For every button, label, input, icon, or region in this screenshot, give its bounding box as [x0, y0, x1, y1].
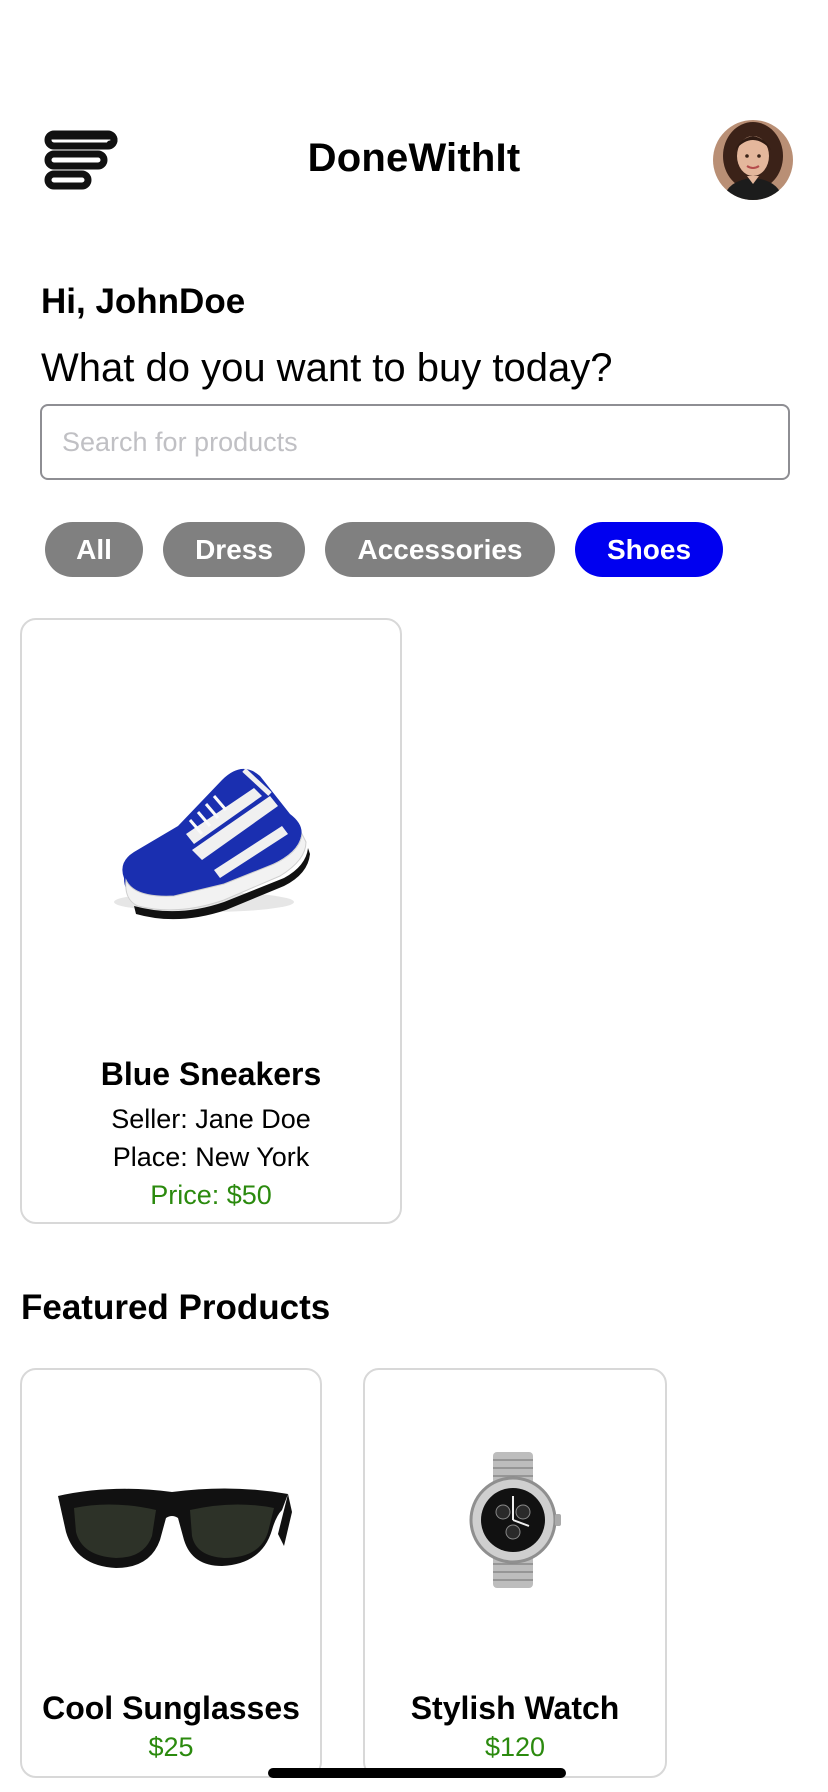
- featured-name: Cool Sunglasses: [42, 1690, 300, 1726]
- app-title: DoneWithIt: [307, 136, 521, 180]
- category-chip-label: Dress: [195, 533, 273, 565]
- watch-image: [463, 1450, 563, 1590]
- category-chip-label: Accessories: [357, 533, 523, 565]
- featured-name: Stylish Watch: [410, 1690, 620, 1726]
- category-chip-label: Shoes: [606, 533, 692, 565]
- product-place: Place: New York: [112, 1142, 310, 1172]
- home-indicator[interactable]: [268, 1768, 566, 1778]
- sneaker-image: [94, 730, 324, 930]
- product-name: Blue Sneakers: [100, 1056, 322, 1092]
- product-seller: Seller: Jane Doe: [111, 1104, 311, 1134]
- category-chip-all[interactable]: All: [45, 522, 143, 577]
- product-card[interactable]: Blue Sneakers Seller: Jane Doe Place: Ne…: [20, 618, 402, 1224]
- category-chip-shoes[interactable]: Shoes: [575, 522, 723, 577]
- sunglasses-image: [52, 1474, 292, 1584]
- featured-price: $25: [148, 1732, 194, 1762]
- featured-card-sunglasses[interactable]: Cool Sunglasses $25: [20, 1368, 322, 1778]
- featured-card-watch[interactable]: Stylish Watch $120: [363, 1368, 667, 1778]
- prompt-question: What do you want to buy today?: [41, 346, 613, 390]
- category-chip-accessories[interactable]: Accessories: [325, 522, 555, 577]
- user-avatar[interactable]: [713, 120, 793, 200]
- greeting-text: Hi, JohnDoe: [41, 282, 246, 321]
- product-price: Price: $50: [150, 1180, 272, 1210]
- category-chip-dress[interactable]: Dress: [163, 522, 305, 577]
- category-chip-label: All: [76, 533, 112, 565]
- featured-price: $120: [484, 1732, 546, 1762]
- search-input[interactable]: [40, 404, 790, 480]
- featured-title: Featured Products: [21, 1288, 331, 1327]
